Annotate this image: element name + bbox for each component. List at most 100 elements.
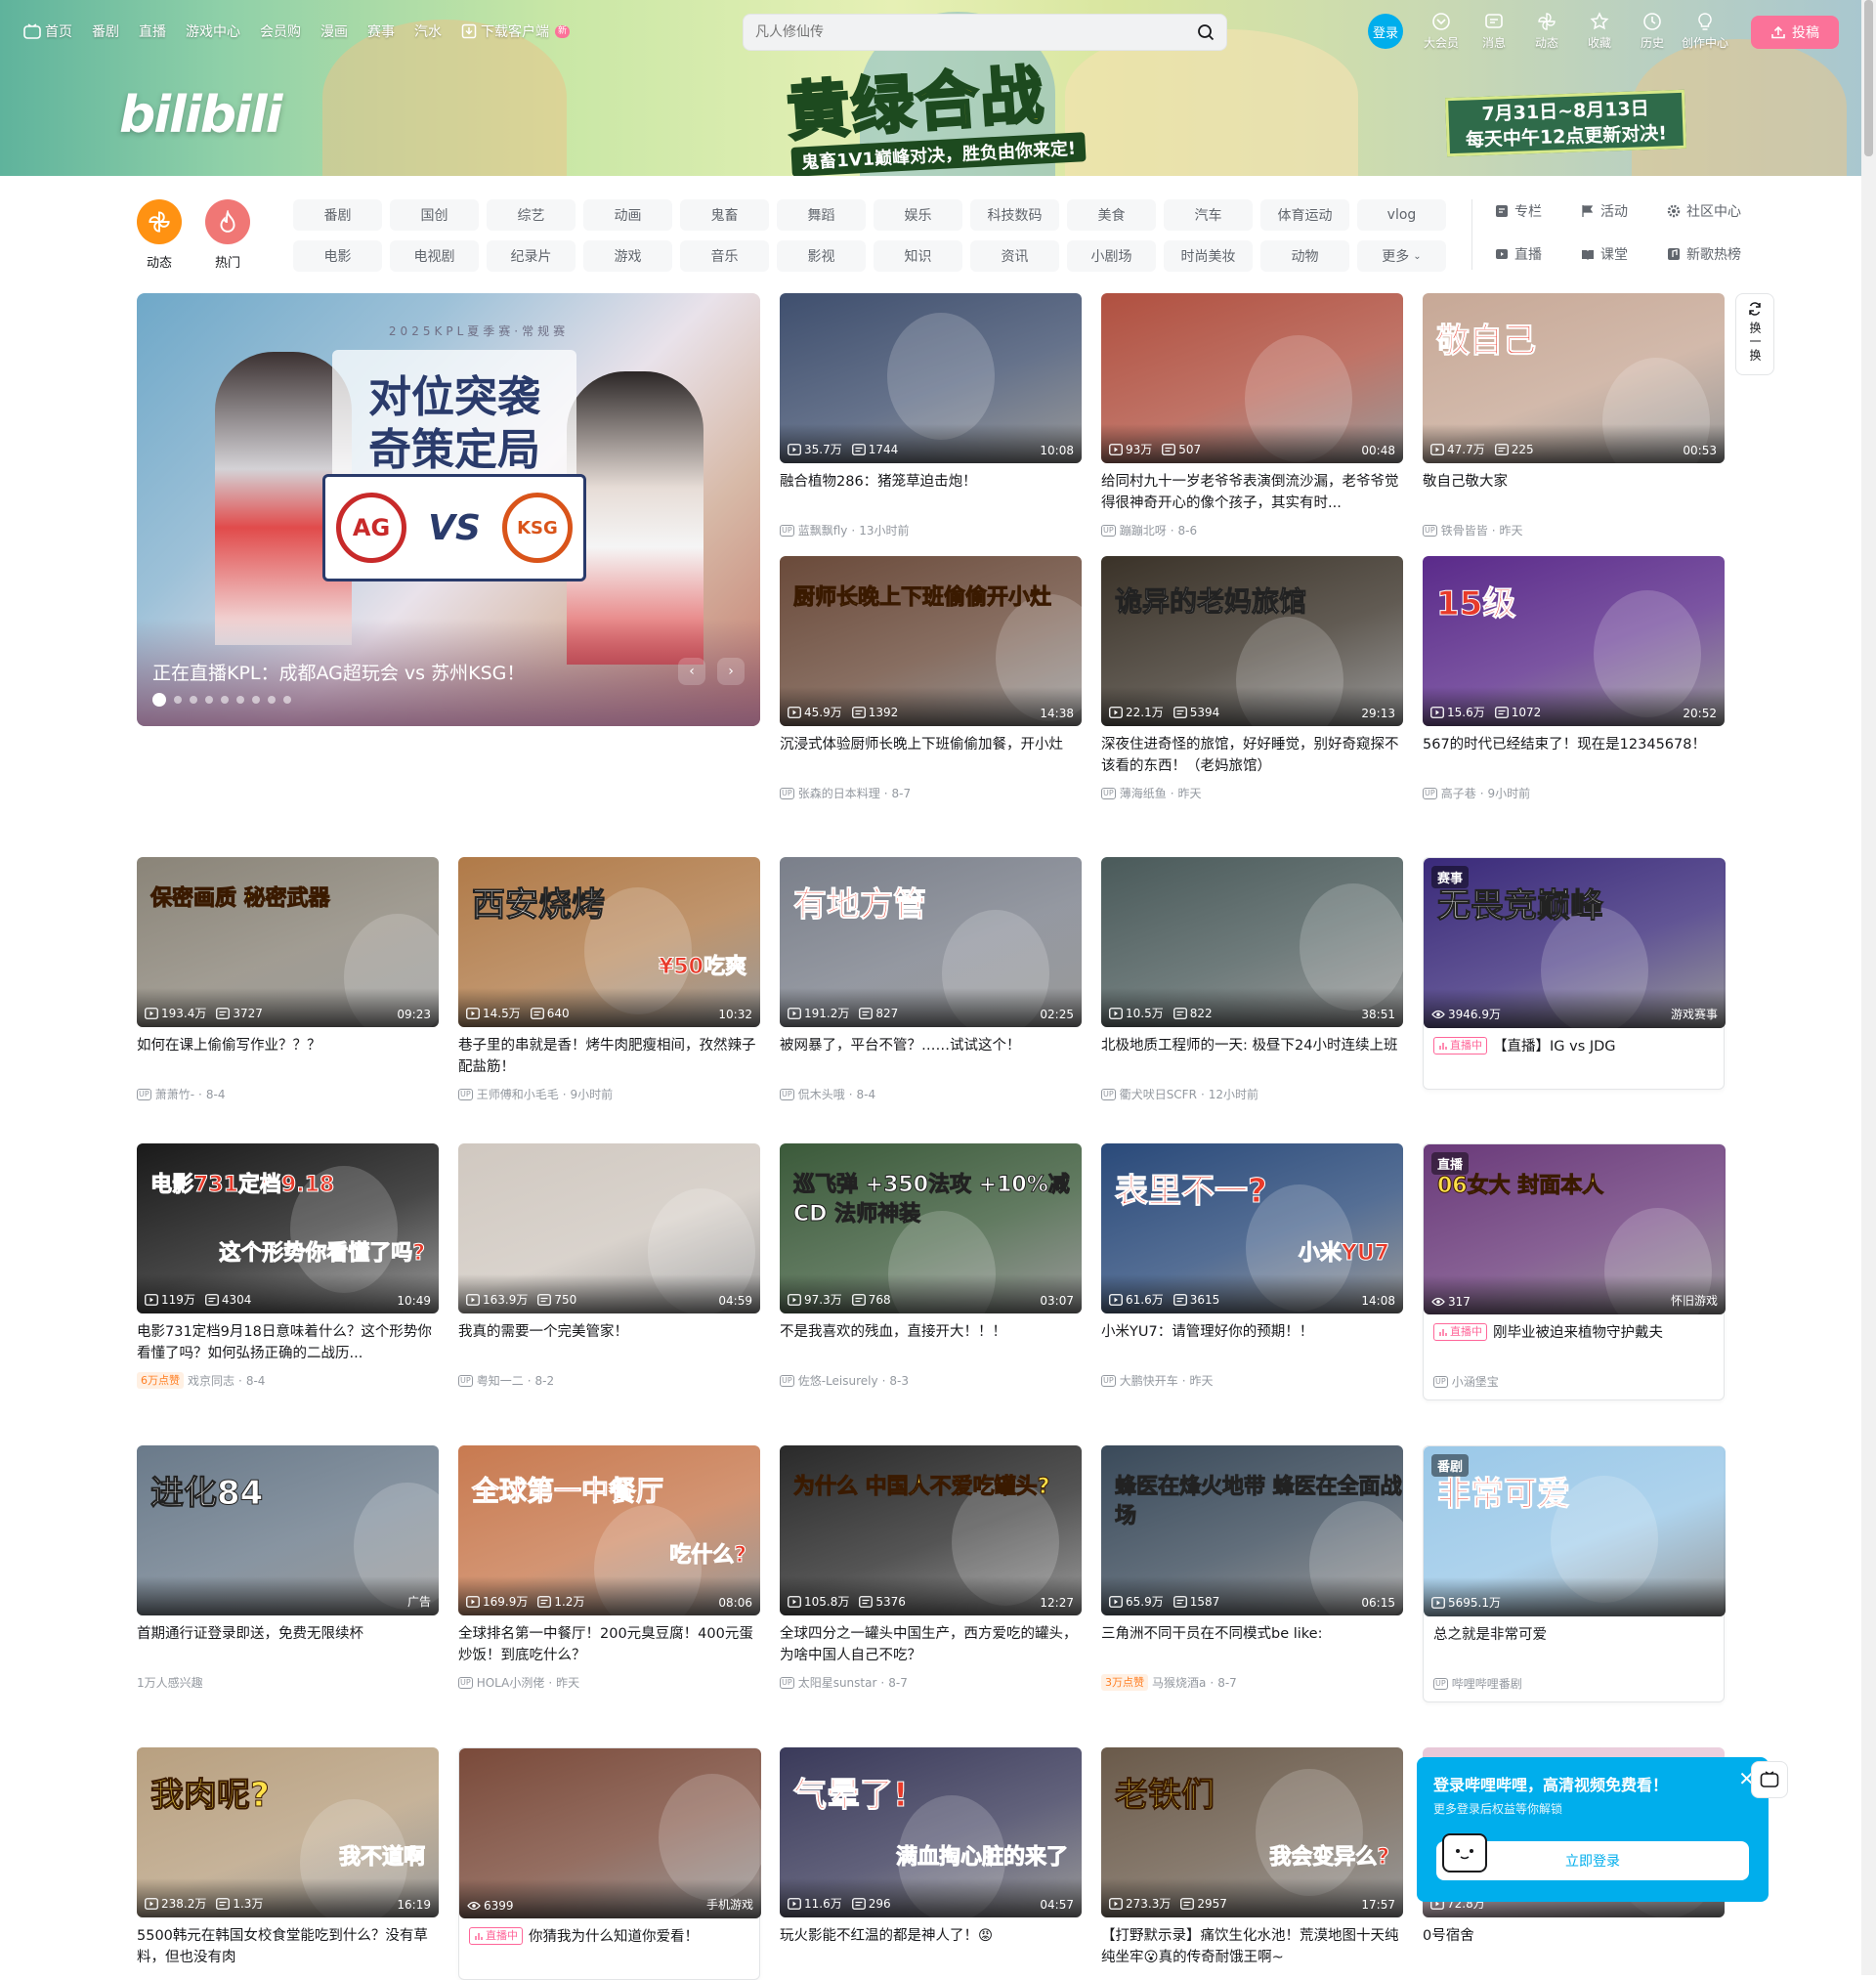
video-card[interactable]: 表里不一? 小米YU7 61.6万 3615 14:08 小米YU7：请管理好你的预期！！… bbox=[1101, 1143, 1403, 1389]
uploader-name[interactable]: 太阳星sunstar bbox=[798, 1674, 877, 1691]
search-bar[interactable] bbox=[743, 14, 1227, 51]
video-card[interactable]: 为什么 中国人不爱吃罐头? 105.8万 5376 12:27 全球四分之一罐头中国生产… bbox=[780, 1445, 1082, 1691]
video-thumbnail[interactable]: 35.7万 1744 10:08 bbox=[780, 293, 1082, 463]
nav-vip[interactable]: 大会员 bbox=[1415, 12, 1468, 51]
channel-tag[interactable]: 汽车 bbox=[1164, 199, 1253, 231]
video-title[interactable]: 567的时代已经结束了！现在是12345678！ bbox=[1423, 734, 1725, 777]
video-card[interactable]: 93万 507 00:48 给同村九十一岁老爷爷表演倒流沙漏，老爷爷觉得很神奇开心的像… bbox=[1101, 293, 1403, 538]
video-thumbnail[interactable]: 6399 手机游戏 bbox=[459, 1748, 761, 1918]
channel-dynamic[interactable]: 动态 bbox=[137, 199, 182, 271]
video-thumbnail[interactable]: 诡异的老妈旅馆 22.1万 5394 29:13 bbox=[1101, 556, 1403, 726]
video-title[interactable]: 敬自己敬大家 bbox=[1423, 471, 1725, 514]
video-thumbnail[interactable]: 表里不一? 小米YU7 61.6万 3615 14:08 bbox=[1101, 1143, 1403, 1313]
video-thumbnail[interactable]: 15级 15.6万 1072 20:52 bbox=[1423, 556, 1725, 726]
carousel-dot[interactable] bbox=[205, 696, 213, 704]
uploader-name[interactable]: 哔哩哔哩番剧 bbox=[1452, 1675, 1522, 1692]
video-thumbnail[interactable]: 进化84 广告 bbox=[137, 1445, 439, 1615]
login-avatar-button[interactable]: 登录 bbox=[1368, 14, 1403, 49]
video-thumbnail[interactable]: 巡飞弹 +350法攻 +10%减CD 法师神装 97.3万 768 03:07 bbox=[780, 1143, 1082, 1313]
carousel-dot[interactable] bbox=[268, 696, 276, 704]
uploader-name[interactable]: HOLA小洌佬 bbox=[477, 1674, 545, 1691]
video-thumbnail[interactable]: 我肉呢? 我不道啊 238.2万 1.3万 16:19 bbox=[137, 1747, 439, 1917]
video-card[interactable]: 10.5万 822 38:51 北极地质工程师的一天: 极昼下24小时连续上班 UP 衢犬… bbox=[1101, 857, 1403, 1102]
carousel-dot[interactable] bbox=[152, 693, 166, 707]
nav-creator-center[interactable]: 创作中心 bbox=[1679, 12, 1731, 51]
extra-column[interactable]: 专栏 bbox=[1495, 199, 1581, 223]
video-title[interactable]: 直播中 【直播】IG vs JDG bbox=[1424, 1036, 1724, 1079]
video-thumbnail[interactable]: 163.9万 750 04:59 bbox=[458, 1143, 760, 1313]
video-thumbnail[interactable]: 蜂医在烽火地带 蜂医在全面战场 65.9万 1587 06:15 bbox=[1101, 1445, 1403, 1615]
channel-hot[interactable]: 热门 bbox=[205, 199, 250, 271]
uploader-name[interactable]: 马猴烧酒a bbox=[1152, 1674, 1206, 1691]
video-card[interactable]: 老铁们 我会变异么? 273.3万 2957 17:57 【打野默示录】痛饮生化水池！荒漠… bbox=[1101, 1747, 1403, 1968]
video-card[interactable]: 15级 15.6万 1072 20:52 567的时代已经结束了！现在是12345678… bbox=[1423, 556, 1725, 801]
channel-tag[interactable]: 体育运动 bbox=[1260, 199, 1349, 231]
video-card[interactable]: 蜂医在烽火地带 蜂医在全面战场 65.9万 1587 06:15 三角洲不同干员在不同模… bbox=[1101, 1445, 1403, 1691]
video-card[interactable]: 无畏竞巅峰 赛事 3946.9万 游戏赛事直播中 【直播】IG vs JDG bbox=[1423, 857, 1726, 1090]
search-input[interactable] bbox=[755, 24, 1197, 40]
search-icon[interactable] bbox=[1197, 23, 1215, 41]
video-title[interactable]: 电影731定档9月18日意味着什么？这个形势你看懂了吗？如何弘扬正确的二战历..… bbox=[137, 1321, 439, 1364]
channel-tag[interactable]: 科技数码 bbox=[970, 199, 1059, 231]
video-card[interactable]: 气晕了! 满血掏心脏的来了 11.6万 296 04:57 玩火影能不红温的都是神人了！😡 bbox=[780, 1747, 1082, 1968]
extra-music-chart[interactable]: 新歌热榜 bbox=[1667, 242, 1753, 266]
video-card[interactable]: 非常可爱 番剧 5695.1万 总之就是非常可爱 UP 哔哩哔哩番剧 bbox=[1423, 1445, 1726, 1702]
video-title[interactable]: 如何在课上偷偷写作业？？？ bbox=[137, 1035, 439, 1078]
channel-tag[interactable]: vlog bbox=[1357, 199, 1446, 231]
video-title[interactable]: 三角洲不同干员在不同模式be like: bbox=[1101, 1623, 1403, 1666]
carousel-dot[interactable] bbox=[174, 696, 182, 704]
video-card[interactable]: 06女大 封面本人 直播 317 怀旧游戏 直播中 刚毕业被迫来植物守护戴夫 UP 小涵堡宝 bbox=[1423, 1143, 1726, 1400]
nav-dynamic[interactable]: 动态 bbox=[1520, 12, 1573, 51]
channel-tag[interactable]: 电视剧 bbox=[390, 240, 479, 272]
video-thumbnail[interactable]: 敬自己 47.7万 225 00:53 bbox=[1423, 293, 1725, 463]
channel-tag[interactable]: 舞蹈 bbox=[777, 199, 866, 231]
extra-classroom[interactable]: 课堂 bbox=[1581, 242, 1667, 266]
extra-community[interactable]: 社区中心 bbox=[1667, 199, 1753, 223]
video-card[interactable]: 巡飞弹 +350法攻 +10%减CD 法师神装 97.3万 768 03:07 不是我喜… bbox=[780, 1143, 1082, 1389]
page-scrollbar[interactable] bbox=[1861, 0, 1876, 1975]
side-tool-button[interactable] bbox=[1751, 1761, 1788, 1798]
channel-tag[interactable]: 资讯 bbox=[970, 240, 1059, 272]
video-card[interactable]: 保密画质 秘密武器 193.4万 3727 09:23 如何在课上偷偷写作业？？？ UP 萧… bbox=[137, 857, 439, 1102]
channel-tag[interactable]: 电影 bbox=[293, 240, 382, 272]
nav-live[interactable]: 直播 bbox=[139, 22, 166, 41]
nav-home[interactable]: 首页 bbox=[23, 22, 72, 41]
channel-tag[interactable]: 影视 bbox=[777, 240, 866, 272]
channel-tag[interactable]: 美食 bbox=[1067, 199, 1156, 231]
video-thumbnail[interactable]: 无畏竞巅峰 赛事 3946.9万 游戏赛事 bbox=[1424, 858, 1726, 1028]
nav-messages[interactable]: 消息 bbox=[1468, 12, 1520, 51]
video-title[interactable]: 【打野默示录】痛饮生化水池！荒漠地图十天纯纯坐牢😮真的传奇耐饿王啊~ bbox=[1101, 1925, 1403, 1968]
upload-button[interactable]: 投稿 bbox=[1751, 16, 1839, 49]
video-thumbnail[interactable]: 老铁们 我会变异么? 273.3万 2957 17:57 bbox=[1101, 1747, 1403, 1917]
video-title[interactable]: 直播中 刚毕业被迫来植物守护戴夫 bbox=[1424, 1322, 1724, 1365]
uploader-name[interactable]: 王师傅和小毛毛 bbox=[477, 1086, 559, 1102]
channel-tag[interactable]: 小剧场 bbox=[1067, 240, 1156, 272]
channel-tag[interactable]: 知识 bbox=[874, 240, 962, 272]
nav-manga[interactable]: 漫画 bbox=[320, 22, 348, 41]
channel-tag[interactable]: 更多 ⌄ bbox=[1357, 240, 1446, 272]
channel-tag[interactable]: 国创 bbox=[390, 199, 479, 231]
video-card[interactable]: 35.7万 1744 10:08 融合植物286：猪笼草迫击炮！ UP 蓝飘飘fly · 13… bbox=[780, 293, 1082, 538]
channel-tag[interactable]: 动物 bbox=[1260, 240, 1349, 272]
carousel-dot[interactable] bbox=[221, 696, 229, 704]
uploader-name[interactable]: 衢犬吠日SCFR bbox=[1120, 1086, 1197, 1102]
extra-activity[interactable]: 活动 bbox=[1581, 199, 1667, 223]
video-card[interactable]: 进化84 广告 首期通行证登录即送，免费无限续杯 1万人感兴趣 bbox=[137, 1445, 439, 1691]
carousel-dot[interactable] bbox=[283, 696, 291, 704]
uploader-name[interactable]: 高子巷 bbox=[1441, 785, 1476, 801]
video-title[interactable]: 5500韩元在韩国女校食堂能吃到什么？没有草料，但也没有肉 bbox=[137, 1925, 439, 1968]
carousel-dot[interactable] bbox=[190, 696, 197, 704]
video-title[interactable]: 深夜住进奇怪的旅馆，好好睡觉，别好奇窥探不该看的东西！（老妈旅馆） bbox=[1101, 734, 1403, 777]
video-title[interactable]: 总之就是非常可爱 bbox=[1424, 1624, 1724, 1667]
video-title[interactable]: 我真的需要一个完美管家！ bbox=[458, 1321, 760, 1364]
video-title[interactable]: 不是我喜欢的残血，直接开大！！！ bbox=[780, 1321, 1082, 1364]
channel-tag[interactable]: 游戏 bbox=[583, 240, 672, 272]
refresh-button[interactable]: 换一换 bbox=[1735, 293, 1774, 375]
uploader-name[interactable]: 戏京同志 bbox=[188, 1372, 234, 1389]
video-thumbnail[interactable]: 气晕了! 满血掏心脏的来了 11.6万 296 04:57 bbox=[780, 1747, 1082, 1917]
video-thumbnail[interactable]: 电影731定档9.18 这个形势你看懂了吗? 119万 4304 10:49 bbox=[137, 1143, 439, 1313]
featured-carousel[interactable]: 2025KPL夏季赛·常规赛 对位突袭 奇策定局 AG VS KSG 正在直播K… bbox=[137, 293, 760, 726]
nav-download-client[interactable]: 下载客户端 新 bbox=[461, 22, 571, 41]
uploader-name[interactable]: 侃木头哦 bbox=[798, 1086, 845, 1102]
channel-tag[interactable]: 纪录片 bbox=[487, 240, 576, 272]
